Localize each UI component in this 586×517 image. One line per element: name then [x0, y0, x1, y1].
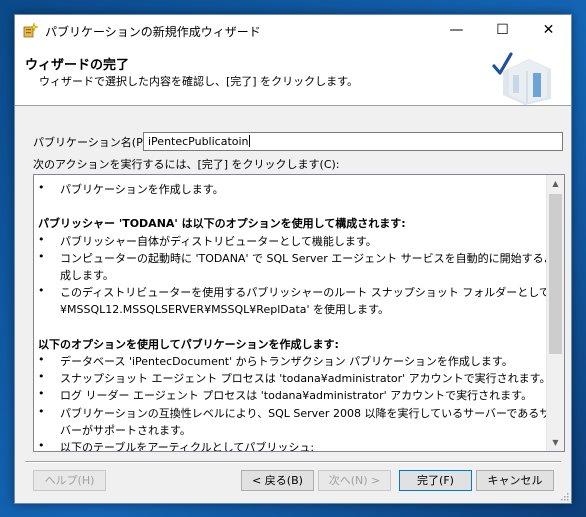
bullet-icon: • — [38, 439, 45, 452]
finish-button[interactable]: 完了(F) — [399, 470, 472, 491]
page-subtitle: ウィザードで選択した内容を確認し、[完了] をクリックします。 — [39, 75, 358, 88]
wizard-book-check-icon — [492, 52, 551, 105]
bullet-icon: • — [38, 387, 45, 401]
close-button[interactable]: ✕ — [526, 15, 571, 45]
action-text: ログ リーダー エージェント プロセスは 'todana¥administrat… — [60, 389, 533, 403]
minimize-button[interactable]: — — [434, 15, 479, 45]
text-caret — [248, 135, 250, 147]
page-title: ウィザードの完了 — [25, 58, 130, 73]
back-button[interactable]: < 戻る(B) — [241, 470, 314, 491]
actions-summary-textbox[interactable]: • パブリケーションを作成します。パブリッシャー 'TODANA' は以下のオプシ… — [33, 174, 565, 452]
publication-name-label: パブリケーション名(P): — [33, 136, 151, 149]
bullet-icon: • — [38, 353, 45, 366]
action-heading: パブリッシャー 'TODANA' は以下のオプションを使用して構成されます: — [38, 217, 406, 231]
wizard-window: パブリケーションの新規作成ウィザード — ☐ ✕ ウィザードの完了 ウィザードで… — [14, 14, 572, 504]
title-bar[interactable]: パブリケーションの新規作成ウィザード — ☐ ✕ — [15, 15, 571, 45]
action-text: パブリケーションを作成します。 — [60, 183, 224, 196]
actions-label: 次のアクションを実行するには、[完了] をクリックします(C): — [33, 158, 340, 171]
maximize-button[interactable]: ☐ — [480, 15, 525, 45]
action-text: コンピューターの起動時に 'TODANA' で SQL Server エージェン… — [60, 251, 565, 265]
action-text: データベース 'iPentecDocument' からトランザクション パブリケ… — [60, 355, 513, 368]
vertical-scrollbar[interactable]: ▲ ▼ — [546, 175, 564, 451]
scroll-down-arrow-icon[interactable]: ▼ — [547, 434, 564, 451]
footer-divider — [25, 461, 561, 463]
publication-name-value: iPentecPublicatoin — [148, 135, 249, 148]
publication-name-input[interactable]: iPentecPublicatoin — [143, 132, 563, 151]
action-text: パブリッシャー自体がディストリビューターとして機能します。 — [60, 234, 377, 248]
action-text: ¥MSSQL12.MSSQLSERVER¥MSSQL¥ReplData' を使用… — [60, 303, 389, 317]
bullet-icon: • — [38, 232, 45, 246]
app-icon — [23, 22, 39, 38]
scrollbar-thumb[interactable] — [549, 194, 562, 354]
next-button[interactable]: 次へ(N) > — [318, 470, 391, 491]
action-text: スナップショット エージェント プロセスは 'todana¥administra… — [60, 372, 551, 386]
action-text: 成します。 — [60, 269, 114, 282]
bullet-icon: • — [38, 249, 45, 263]
window-title: パブリケーションの新規作成ウィザード — [45, 25, 261, 39]
cancel-button[interactable]: キャンセル — [476, 470, 554, 491]
action-text: パブリケーションの互換性レベルにより、SQL Server 2008 以降を実行… — [60, 406, 565, 420]
bullet-icon: • — [38, 370, 45, 384]
help-button[interactable]: ヘルプ(H) — [33, 470, 106, 491]
wizard-header: ウィザードの完了 ウィザードで選択した内容を確認し、[完了] をクリックします。 — [15, 45, 571, 106]
bullet-icon: • — [38, 181, 45, 194]
action-text: このディストリビューターを使用するパブリッシャーのルート スナップショット フォ… — [60, 286, 564, 300]
action-text: 以下のテーブルをアーティクルとしてパブリッシュ: — [60, 441, 315, 452]
action-heading: 以下のオプションを使用してパブリケーションを作成します: — [38, 337, 339, 351]
resize-grip-icon[interactable] — [559, 491, 569, 501]
bullet-icon: • — [38, 284, 45, 298]
bullet-icon: • — [38, 404, 45, 418]
scroll-up-arrow-icon[interactable]: ▲ — [547, 175, 564, 192]
action-text: バーがサポートされます。 — [60, 423, 191, 437]
